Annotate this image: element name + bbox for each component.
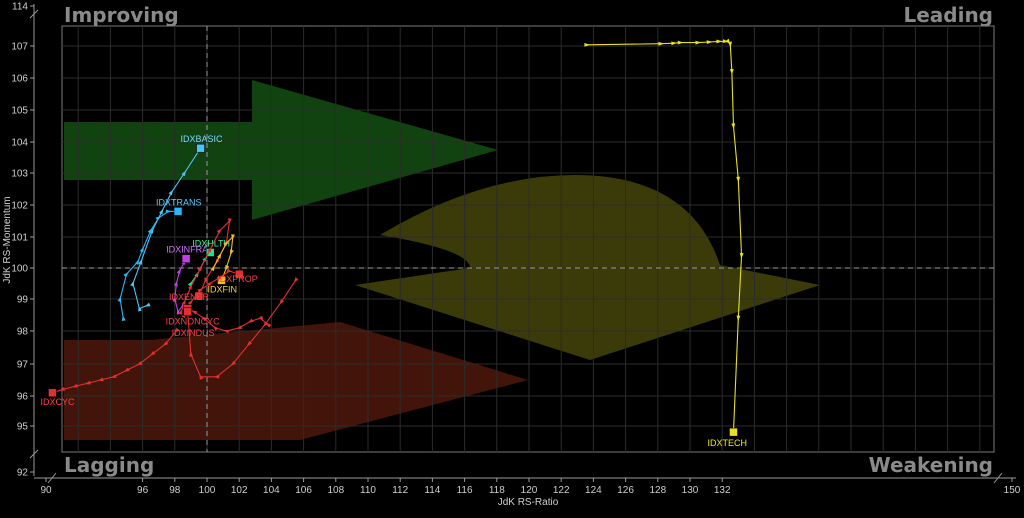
x-tick-label: 120 <box>521 485 538 496</box>
x-tick-label: 110 <box>360 485 376 496</box>
y-tick-label: 95 <box>17 422 29 433</box>
series-head-marker <box>48 388 57 398</box>
x-tick-label: 128 <box>649 485 666 496</box>
y-tick-label: 114 <box>12 2 28 13</box>
x-tick-label: 122 <box>553 485 570 496</box>
series-head-marker <box>173 207 183 216</box>
x-tick-label: 106 <box>295 485 312 496</box>
series-label: IDXENER <box>169 292 210 302</box>
x-tick-label: 108 <box>327 485 344 496</box>
x-tick-label: 100 <box>199 485 216 496</box>
x-tick-label: 116 <box>457 485 473 496</box>
series-label: IDXCYC <box>40 397 75 407</box>
x-tick-label: 98 <box>169 485 181 496</box>
quadrant-label-leading: Leading <box>903 3 993 27</box>
x-tick-label: 124 <box>585 485 602 496</box>
y-tick-label: 104 <box>11 138 28 149</box>
y-tick-label: 99 <box>17 295 29 306</box>
y-tick-label: 102 <box>11 201 28 212</box>
y-tick-label: 105 <box>11 106 28 117</box>
y-tick-label: 101 <box>11 233 28 244</box>
series-label: IDXPROP <box>217 274 258 284</box>
series-head-marker <box>183 307 192 317</box>
y-tick-label: 103 <box>11 169 28 180</box>
x-tick-label: 96 <box>137 485 149 496</box>
quadrant-label-weakening: Weakening <box>869 453 993 477</box>
x-tick-label: 118 <box>489 485 505 496</box>
y-tick-label: 98 <box>17 327 29 338</box>
y-tick-label: 96 <box>17 392 29 403</box>
y-tick-label: 106 <box>11 74 28 85</box>
x-tick-label: 90 <box>40 485 52 496</box>
quadrant-label-lagging: Lagging <box>64 453 154 477</box>
series-head-marker <box>196 143 205 153</box>
x-tick-label: 132 <box>714 485 731 496</box>
x-tick-label: 112 <box>392 485 408 496</box>
x-tick-label: 114 <box>424 485 440 496</box>
y-tick-label: 97 <box>17 360 29 371</box>
series-head-marker <box>181 254 191 263</box>
series-label: IDXFIN <box>207 284 237 294</box>
x-tick-label: 150 <box>1004 485 1021 496</box>
x-axis-title: JdK RS-Ratio <box>498 497 559 508</box>
series-label: IDXTRANS <box>156 197 202 207</box>
series-label: IDXTECH <box>707 438 747 448</box>
series-head-marker <box>729 427 738 437</box>
series-label: IDXNONCYC <box>166 317 221 327</box>
x-tick-label: 126 <box>617 485 634 496</box>
y-axis-title: JdK RS-Momentum <box>2 196 13 283</box>
rrg-chart: Improving Leading Lagging Weakening 90 96… <box>0 0 1024 518</box>
quadrant-label-improving: Improving <box>64 3 179 27</box>
y-tick-label: 107 <box>11 42 28 53</box>
x-tick-label: 104 <box>263 485 280 496</box>
y-tick-label: 100 <box>11 264 28 275</box>
x-tick-label: 102 <box>231 485 248 496</box>
series-label: IDXBASIC <box>181 134 224 144</box>
x-tick-label: 130 <box>682 485 699 496</box>
y-tick-label: 92 <box>17 468 29 479</box>
